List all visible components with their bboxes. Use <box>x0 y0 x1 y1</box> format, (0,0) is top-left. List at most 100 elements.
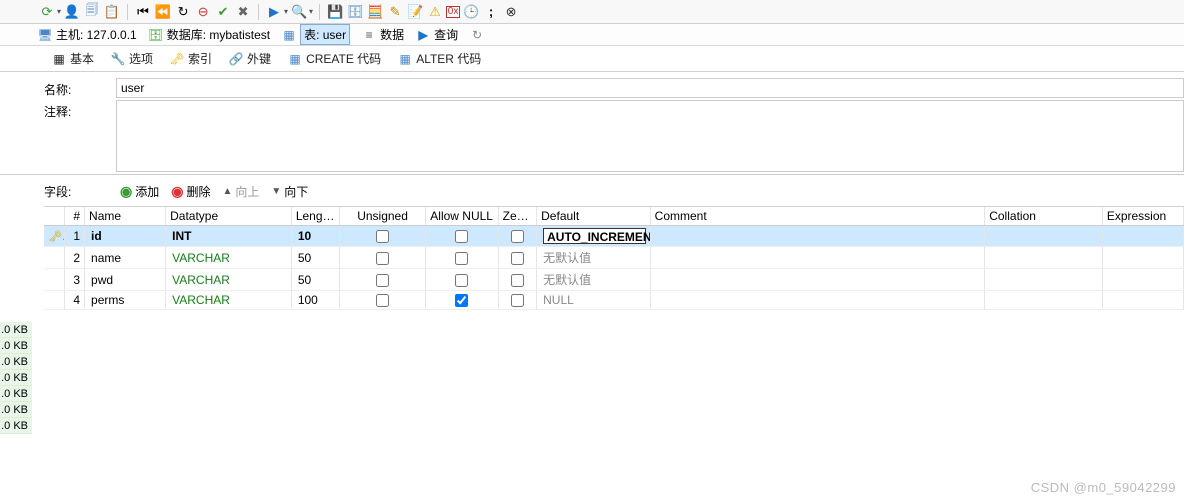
refresh-query-icon[interactable]: ↻ <box>470 28 484 42</box>
row-zerofill-cell[interactable] <box>498 291 537 310</box>
tab-basic[interactable]: ▦基本 <box>44 48 102 70</box>
hex-icon[interactable]: 0x <box>446 6 460 18</box>
allow_null-checkbox[interactable] <box>455 274 468 287</box>
play-icon[interactable]: ▶ <box>265 3 283 21</box>
unsigned-checkbox[interactable] <box>376 252 389 265</box>
col-name-header[interactable]: Name <box>85 207 166 226</box>
col-num-header[interactable]: # <box>64 207 84 226</box>
tab-options[interactable]: 🔧选项 <box>103 48 161 70</box>
row-allow_null-cell[interactable] <box>425 226 498 247</box>
col-collation-header[interactable]: Collation <box>985 207 1103 226</box>
add-field-button[interactable]: ◉ 添加 <box>120 183 159 200</box>
zerofill-checkbox[interactable] <box>511 252 524 265</box>
save-icon[interactable]: 💾 <box>326 3 344 21</box>
row-name-cell[interactable]: id <box>85 226 166 247</box>
row-allow_null-cell[interactable] <box>425 291 498 310</box>
row-col-com-cell[interactable] <box>650 247 985 269</box>
cancel-icon[interactable]: ✖ <box>234 3 252 21</box>
row-col-expr-cell[interactable] <box>1102 226 1183 247</box>
row-col-com-cell[interactable] <box>650 291 985 310</box>
row-zerofill-cell[interactable] <box>498 247 537 269</box>
unsigned-checkbox[interactable] <box>376 230 389 243</box>
row-length-cell[interactable]: 100 <box>291 291 340 310</box>
row-name-cell[interactable]: pwd <box>85 269 166 291</box>
row-name-cell[interactable]: name <box>85 247 166 269</box>
row-name-cell[interactable]: perms <box>85 291 166 310</box>
col-len-header[interactable]: Lengt... <box>291 207 340 226</box>
row-datatype-cell[interactable]: VARCHAR <box>166 247 292 269</box>
query-label[interactable]: 查询 <box>434 26 458 43</box>
row-unsigned-cell[interactable] <box>340 291 425 310</box>
col-default-header[interactable]: Default <box>537 207 651 226</box>
row-length-cell[interactable]: 50 <box>291 269 340 291</box>
copy-icon[interactable]: 🗐 <box>83 3 101 21</box>
col-zero-header[interactable]: Zerofill <box>498 207 537 226</box>
table-row[interactable]: 4permsVARCHAR100NULL <box>44 291 1184 310</box>
warn-icon[interactable]: ⚠ <box>426 3 444 21</box>
col-comment-header[interactable]: Comment <box>650 207 985 226</box>
row-zerofill-cell[interactable] <box>498 226 537 247</box>
allow_null-checkbox[interactable] <box>455 294 468 307</box>
col-key-header[interactable] <box>44 207 64 226</box>
dropdown-icon[interactable]: ▾ <box>57 7 61 16</box>
row-col-com-cell[interactable] <box>650 269 985 291</box>
unsigned-checkbox[interactable] <box>376 294 389 307</box>
saveas-icon[interactable]: 🗄 <box>346 3 364 21</box>
col-null-header[interactable]: Allow NULL <box>425 207 498 226</box>
row-default-cell[interactable]: 无默认值 <box>537 247 651 269</box>
zerofill-checkbox[interactable] <box>511 274 524 287</box>
dropdown-icon[interactable]: ▾ <box>284 7 288 16</box>
zerofill-checkbox[interactable] <box>511 230 524 243</box>
name-input[interactable]: user <box>116 78 1184 98</box>
row-col-coll-cell[interactable] <box>985 226 1103 247</box>
db-label[interactable]: 数据库: mybatistest <box>167 26 270 43</box>
user-add-icon[interactable]: 👤 <box>63 3 81 21</box>
row-unsigned-cell[interactable] <box>340 247 425 269</box>
row-allow_null-cell[interactable] <box>425 247 498 269</box>
host-label[interactable]: 主机: 127.0.0.1 <box>56 26 137 43</box>
edit-icon[interactable]: ✎ <box>386 3 404 21</box>
col-unsigned-header[interactable]: Unsigned <box>340 207 425 226</box>
semicolon-icon[interactable]: ; <box>482 3 500 21</box>
row-col-expr-cell[interactable] <box>1102 247 1183 269</box>
first-icon[interactable]: ⏮ <box>134 3 152 21</box>
row-col-coll-cell[interactable] <box>985 247 1103 269</box>
row-unsigned-cell[interactable] <box>340 226 425 247</box>
dropdown-icon[interactable]: ▾ <box>309 7 313 16</box>
stop-icon[interactable]: ⊖ <box>194 3 212 21</box>
unsigned-checkbox[interactable] <box>376 274 389 287</box>
row-length-cell[interactable]: 50 <box>291 247 340 269</box>
close-icon[interactable]: ⊗ <box>502 3 520 21</box>
table-row[interactable]: 3pwdVARCHAR50无默认值 <box>44 269 1184 291</box>
row-datatype-cell[interactable]: VARCHAR <box>166 269 292 291</box>
allow_null-checkbox[interactable] <box>455 252 468 265</box>
row-col-coll-cell[interactable] <box>985 291 1103 310</box>
row-default-cell[interactable]: NULL <box>537 291 651 310</box>
remove-field-button[interactable]: ◉ 删除 <box>171 183 210 200</box>
row-allow_null-cell[interactable] <box>425 269 498 291</box>
row-datatype-cell[interactable]: VARCHAR <box>166 291 292 310</box>
table-row[interactable]: 2nameVARCHAR50无默认值 <box>44 247 1184 269</box>
prev-icon[interactable]: ⏪ <box>154 3 172 21</box>
tab-create[interactable]: ▦CREATE 代码 <box>280 48 389 70</box>
col-type-header[interactable]: Datatype <box>166 207 292 226</box>
comment-input[interactable] <box>116 100 1184 172</box>
row-datatype-cell[interactable]: INT <box>166 226 292 247</box>
row-col-expr-cell[interactable] <box>1102 291 1183 310</box>
ok-icon[interactable]: ✔ <box>214 3 232 21</box>
tab-foreign[interactable]: 🔗外键 <box>221 48 279 70</box>
data-label[interactable]: 数据 <box>380 26 404 43</box>
time-icon[interactable]: 🕒 <box>462 3 480 21</box>
paste-icon[interactable]: 📋 <box>103 3 121 21</box>
row-length-cell[interactable]: 10 <box>291 226 340 247</box>
calc-icon[interactable]: 🧮 <box>366 3 384 21</box>
move-down-button[interactable]: ▼ 向下 <box>271 183 308 200</box>
zerofill-checkbox[interactable] <box>511 294 524 307</box>
allow_null-checkbox[interactable] <box>455 230 468 243</box>
row-col-com-cell[interactable] <box>650 226 985 247</box>
row-default-cell[interactable]: 无默认值 <box>537 269 651 291</box>
row-col-expr-cell[interactable] <box>1102 269 1183 291</box>
tab-index[interactable]: 🗝索引 <box>162 48 220 70</box>
row-zerofill-cell[interactable] <box>498 269 537 291</box>
row-default-cell[interactable]: AUTO_INCREMENT <box>537 226 651 247</box>
